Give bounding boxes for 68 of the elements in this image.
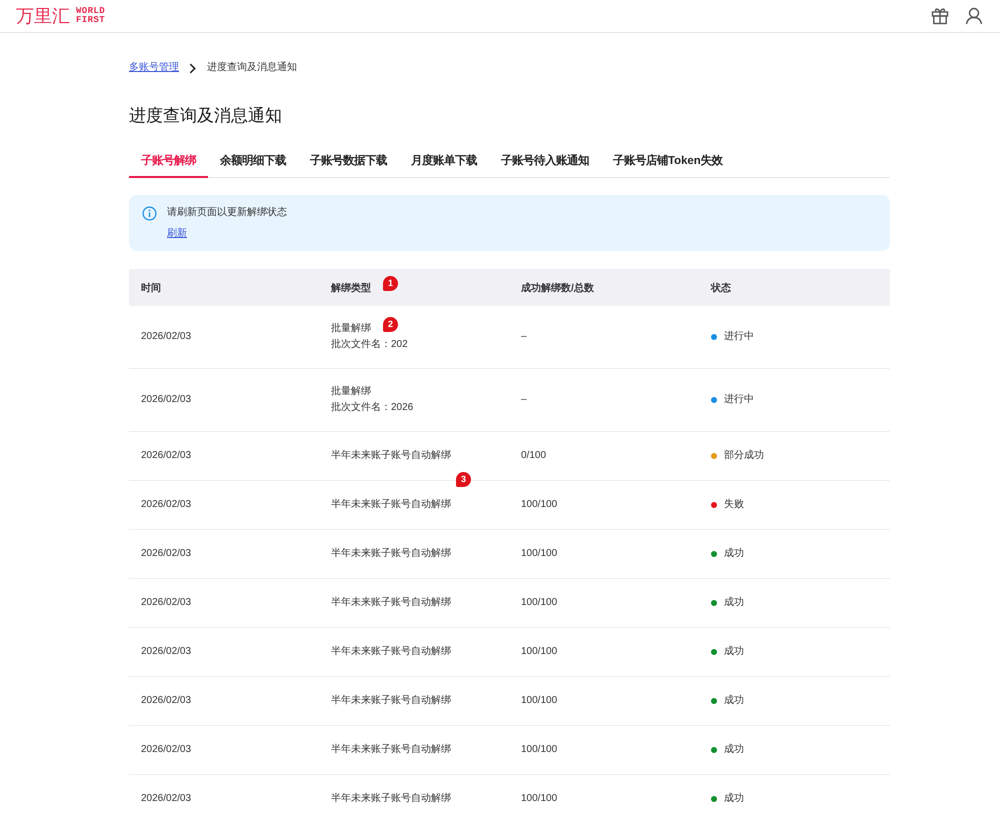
date-cell-text: 2026/02/03 xyxy=(140,498,192,512)
count-cell-text: – xyxy=(520,393,528,407)
date-cell-text: 2026/02/03 xyxy=(140,596,192,610)
status-text: 成功 xyxy=(724,644,744,659)
column-header: 时间 xyxy=(141,282,161,294)
user-button[interactable] xyxy=(964,6,984,26)
annotation-marker: 3 xyxy=(456,472,471,487)
user-icon xyxy=(965,7,983,25)
tab[interactable]: 月度账单下载 xyxy=(399,145,489,178)
unbind-type-text: 半年未来账子账号自动解绑 xyxy=(331,546,451,561)
count-cell-text: 100/100 xyxy=(520,498,558,512)
unbind-type-text: 半年未来账子账号自动解绑 xyxy=(331,596,451,610)
info-icon xyxy=(142,206,157,221)
status-text: 成功 xyxy=(724,546,744,561)
logo-subtext: WORLD FIRST xyxy=(76,7,106,25)
tab[interactable]: 子账号数据下载 xyxy=(298,145,399,178)
file-name-text: 批次文件名：202 xyxy=(331,338,408,352)
status-text: 成功 xyxy=(724,596,744,610)
count-cell-text: 100/100 xyxy=(520,694,558,708)
date-cell-text: 2026/02/03 xyxy=(140,330,192,344)
status-text: 部分成功 xyxy=(724,448,764,463)
unbind-type-text: 半年未来账子账号自动解绑 xyxy=(331,644,451,659)
logo-text: 万里汇 xyxy=(16,6,70,26)
gift-icon xyxy=(931,7,949,25)
status-text: 进行中 xyxy=(724,330,754,344)
date-cell-text: 2026/02/03 xyxy=(140,547,192,561)
status-text: 进行中 xyxy=(724,392,754,407)
column-header: 状态 xyxy=(711,282,731,294)
tab[interactable]: 子账号店铺Token失效 xyxy=(601,145,735,178)
notice-message: 请刷新页面以更新解绑状态 xyxy=(167,206,287,220)
count-cell-text: 100/100 xyxy=(520,596,558,610)
column-header: 成功解绑数/总数 xyxy=(521,282,594,294)
unbind-type-text: 半年未来账子账号自动解绑 xyxy=(331,448,451,463)
tab[interactable]: 子账号解绑 xyxy=(129,145,208,178)
unbind-type-text: 批量解绑 xyxy=(331,322,371,336)
breadcrumb-link[interactable]: 多账号管理 xyxy=(129,61,179,75)
status-text: 成功 xyxy=(724,792,744,806)
count-cell-text: 100/100 xyxy=(520,645,558,659)
gift-button[interactable] xyxy=(930,6,950,26)
annotation-marker: 2 xyxy=(383,317,398,332)
date-cell-text: 2026/02/03 xyxy=(140,393,192,407)
date-cell-text: 2026/02/03 xyxy=(140,743,192,757)
count-cell-text: – xyxy=(520,330,528,344)
refresh-link[interactable]: 刷新 xyxy=(167,226,187,242)
status-text: 成功 xyxy=(724,742,744,757)
date-cell-text: 2026/02/03 xyxy=(140,449,192,463)
unbind-type-text: 半年未来账子账号自动解绑 xyxy=(331,742,451,757)
date-cell-text: 2026/02/03 xyxy=(140,792,192,806)
annotation-marker: 1 xyxy=(383,276,398,291)
count-cell-text: 100/100 xyxy=(520,743,558,757)
column-header: 解绑类型 xyxy=(331,282,371,294)
tab[interactable]: 余额明细下载 xyxy=(208,145,298,178)
page-title: 进度查询及消息通知 xyxy=(129,105,283,127)
count-cell-text: 100/100 xyxy=(520,547,558,561)
unbind-type-text: 半年未来账子账号自动解绑 xyxy=(331,694,451,708)
status-text: 成功 xyxy=(724,694,744,708)
count-cell-text: 100/100 xyxy=(520,792,558,806)
tab[interactable]: 子账号待入账通知 xyxy=(489,145,601,178)
unbind-type-text: 半年未来账子账号自动解绑 xyxy=(331,792,451,806)
unbind-type-text: 批量解绑 xyxy=(331,384,371,399)
chevron-right-icon xyxy=(189,62,196,74)
date-cell-text: 2026/02/03 xyxy=(140,694,192,708)
unbind-type-text: 半年未来账子账号自动解绑 xyxy=(331,498,451,512)
breadcrumb-current: 进度查询及消息通知 xyxy=(207,61,297,75)
date-cell-text: 2026/02/03 xyxy=(140,645,192,659)
status-text: 失败 xyxy=(724,498,744,512)
file-name-text: 批次文件名：2026 xyxy=(331,400,414,415)
count-cell-text: 0/100 xyxy=(520,449,548,463)
